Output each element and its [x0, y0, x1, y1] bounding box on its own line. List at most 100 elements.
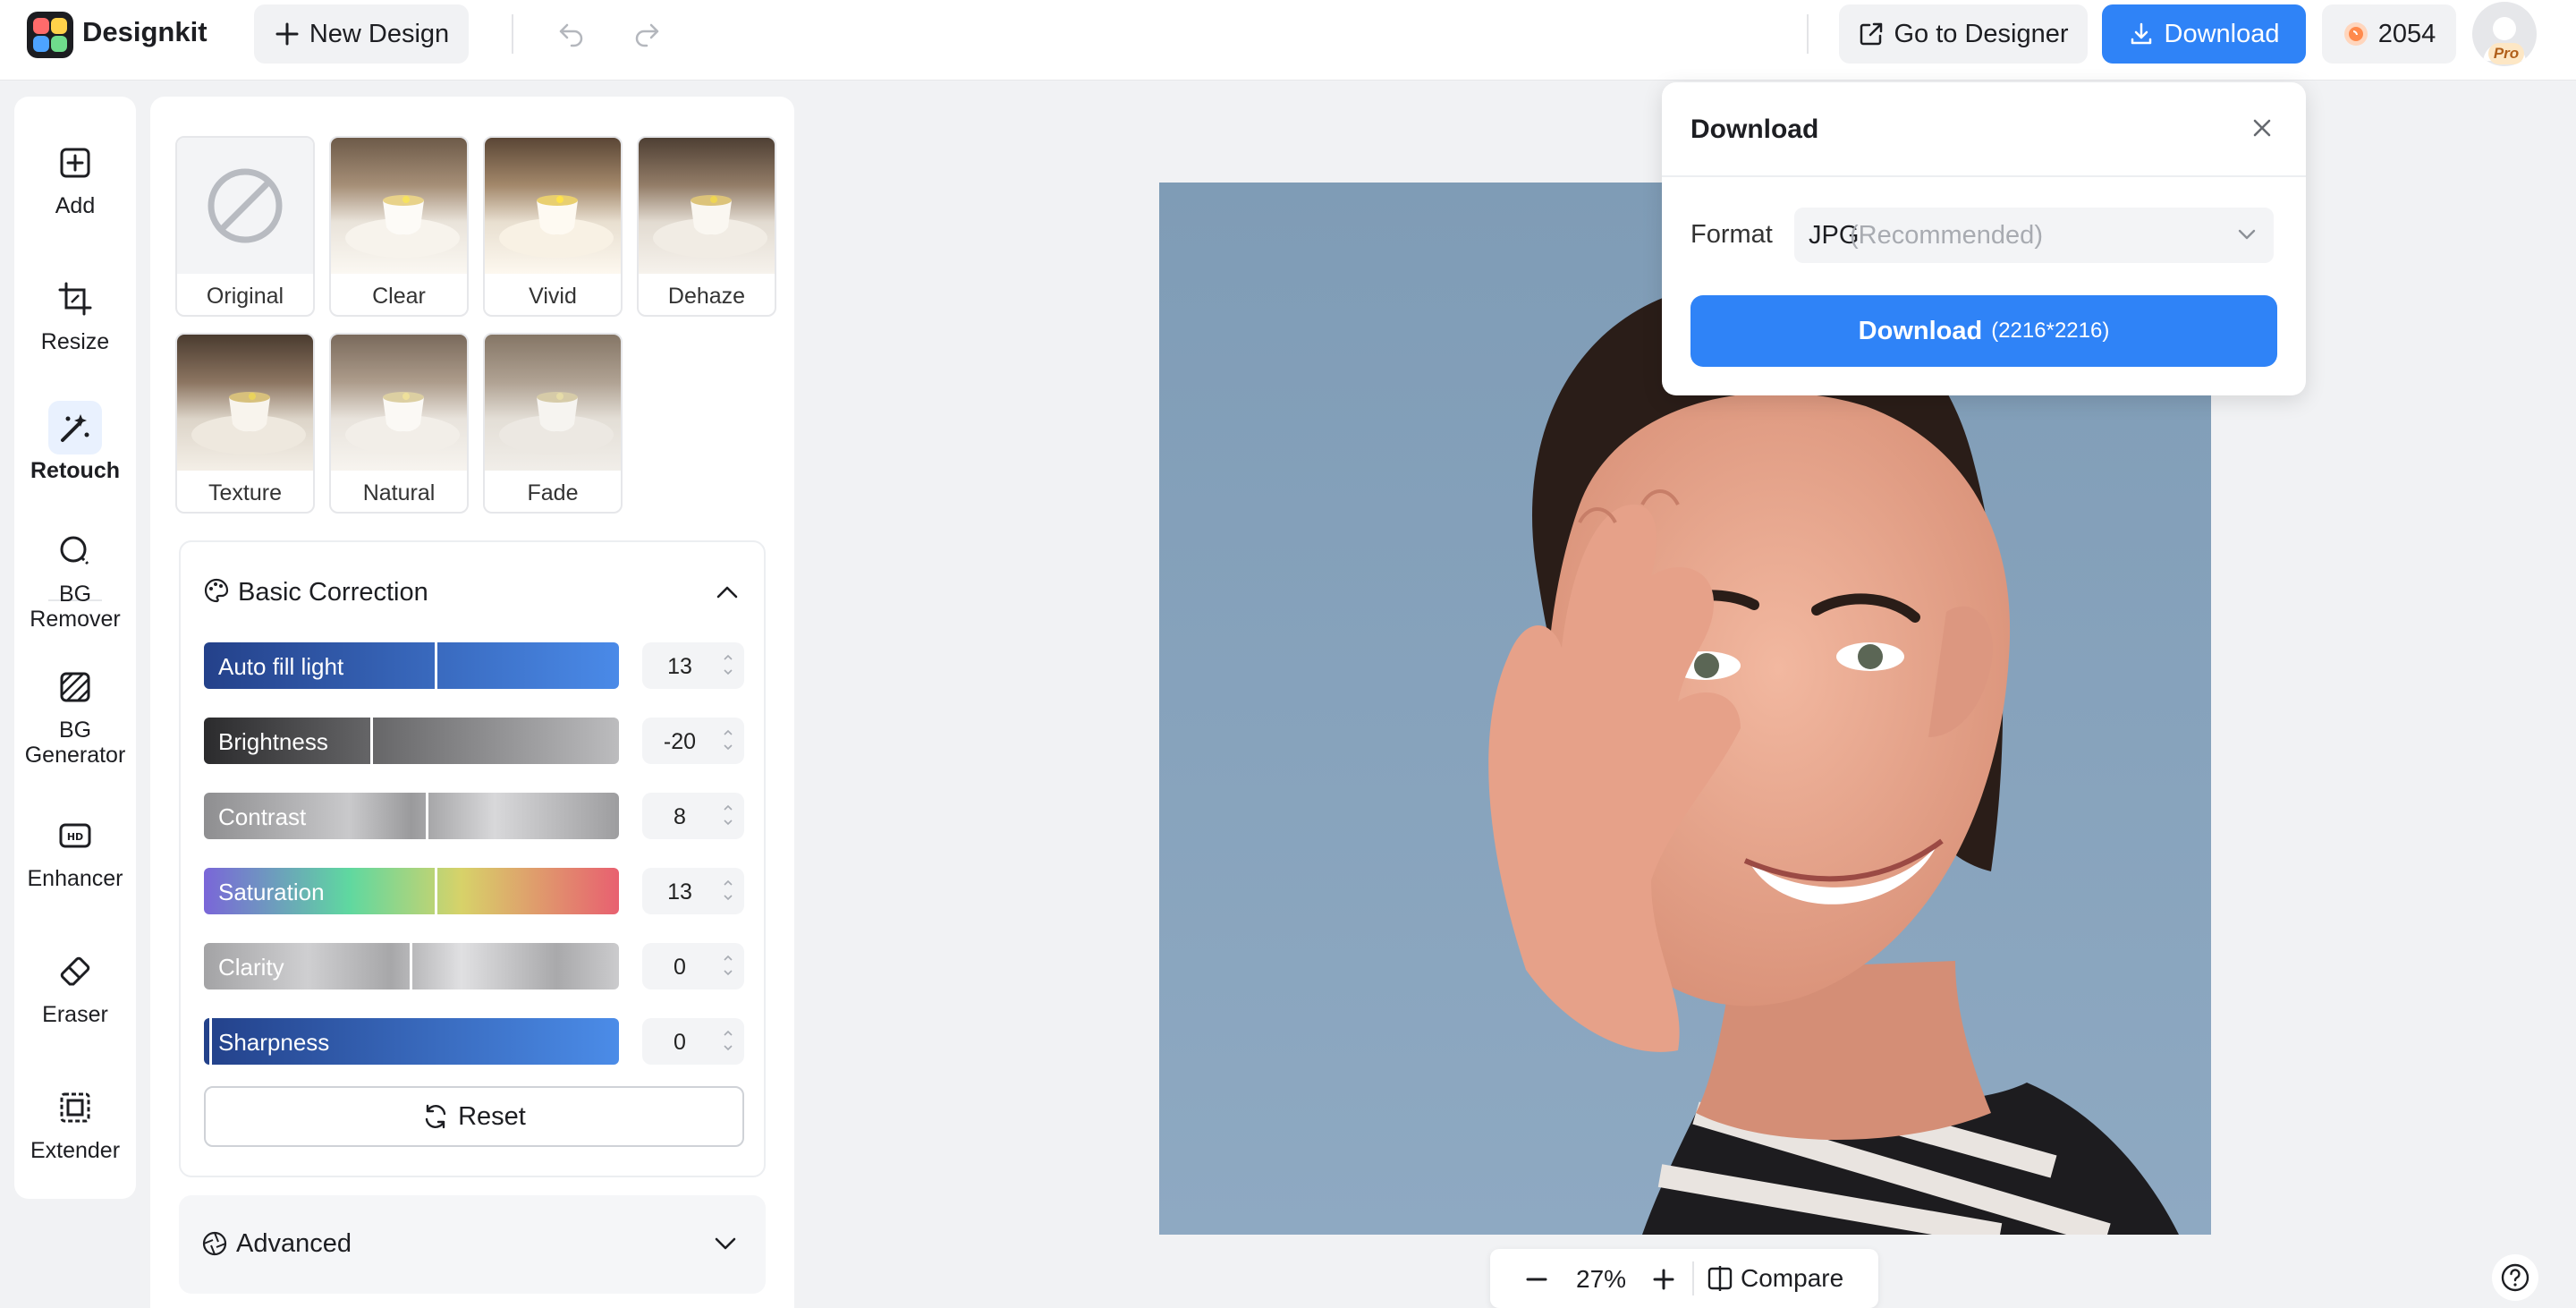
sidebar-item-add[interactable]: Add [14, 136, 136, 218]
download-label: Download [2164, 19, 2280, 48]
slider-handle[interactable] [209, 1018, 212, 1065]
saturation-slider[interactable]: Saturation [204, 868, 619, 914]
reset-button[interactable]: Reset [204, 1086, 744, 1147]
external-edit-icon [1860, 22, 1883, 46]
chevron-up-icon[interactable] [714, 582, 741, 603]
new-design-button[interactable]: New Design [254, 4, 469, 64]
sidebar-item-label: Resize [40, 329, 110, 354]
go-to-designer-label: Go to Designer [1894, 19, 2069, 48]
slider-handle[interactable] [410, 943, 412, 989]
slider-handle[interactable] [435, 868, 437, 914]
sharpness-input[interactable]: 0 [642, 1018, 744, 1065]
brightness-input[interactable]: -20 [642, 718, 744, 764]
sidebar-item-label: BG Remover [30, 582, 121, 632]
sidebar-item-bg-remover[interactable]: BG Remover [14, 524, 136, 632]
slider-label: Auto fill light [218, 653, 344, 680]
sharpness-slider[interactable]: Sharpness [204, 1018, 619, 1065]
chevron-down-icon [2238, 229, 2256, 240]
go-to-designer-button[interactable]: Go to Designer [1839, 4, 2088, 64]
format-hint: (Recommended) [1850, 221, 2043, 250]
zoom-level: 27% [1576, 1265, 1627, 1293]
compare-icon [1707, 1266, 1733, 1291]
stepper-arrows-icon[interactable] [723, 952, 733, 979]
dialog-download-size: (2216*2216) [1991, 319, 2110, 343]
slider-label: Contrast [218, 803, 307, 830]
slider-label: Sharpness [218, 1029, 330, 1056]
compare-label: Compare [1741, 1264, 1844, 1292]
slider-handle[interactable] [426, 793, 428, 839]
zoom-out-icon[interactable] [1524, 1267, 1549, 1292]
slider-value: -20 [663, 729, 697, 754]
slider-handle[interactable] [435, 642, 437, 689]
sidebar-item-label: BG Generator [24, 718, 126, 768]
brightness-slider[interactable]: Brightness [204, 718, 619, 764]
preset-label: Dehaze [667, 284, 746, 309]
format-label: Format [1690, 220, 1773, 249]
plus-icon [275, 22, 299, 46]
preset-vivid[interactable]: Vivid [483, 136, 623, 317]
slider-handle[interactable] [370, 718, 373, 764]
bg-remover-icon [48, 524, 102, 578]
advanced-section[interactable]: Advanced [179, 1195, 766, 1294]
new-design-label: New Design [309, 19, 450, 48]
sidebar-item-resize[interactable]: Resize [14, 272, 136, 354]
saturation-input[interactable]: 13 [642, 868, 744, 914]
basic-correction-section: Basic Correction Auto fill light 13 Brig… [179, 540, 766, 1177]
divider [1692, 1261, 1694, 1295]
chevron-down-icon[interactable] [712, 1233, 739, 1254]
format-select[interactable]: JPG (Recommended) [1794, 208, 2274, 263]
download-button[interactable]: Download [2102, 4, 2306, 64]
dialog-download-button[interactable]: Download (2216*2216) [1690, 295, 2277, 367]
bg-generator-icon [48, 660, 102, 714]
clarity-slider[interactable]: Clarity [204, 943, 619, 989]
hd-icon: HD [48, 809, 102, 862]
zoom-in-icon[interactable] [1651, 1267, 1676, 1292]
redo-icon[interactable] [631, 18, 662, 48]
cup-thumbnail-image [177, 335, 313, 471]
slider-value: 0 [674, 1030, 686, 1055]
download-icon [2131, 22, 2151, 45]
dialog-title: Download [1690, 115, 1819, 144]
clarity-input[interactable]: 0 [642, 943, 744, 989]
preset-dehaze[interactable]: Dehaze [637, 136, 776, 317]
slider-value: 13 [667, 879, 692, 905]
preset-clear[interactable]: Clear [329, 136, 469, 317]
sidebar-item-eraser[interactable]: Eraser [14, 945, 136, 1027]
stepper-arrows-icon[interactable] [723, 651, 733, 678]
stepper-arrows-icon[interactable] [723, 1027, 733, 1054]
undo-icon[interactable] [556, 18, 587, 48]
tool-sidebar: Add Resize Retouch BG Remover BG Generat… [14, 97, 136, 1199]
sidebar-item-enhancer[interactable]: HD Enhancer [14, 809, 136, 891]
stepper-arrows-icon[interactable] [723, 802, 733, 828]
contrast-input[interactable]: 8 [642, 793, 744, 839]
sidebar-item-retouch[interactable]: Retouch [14, 401, 136, 483]
sidebar-item-extender[interactable]: Extender [14, 1081, 136, 1163]
auto-fill-light-slider[interactable]: Auto fill light [204, 642, 619, 689]
cup-thumbnail-image [331, 138, 467, 274]
auto-fill-light-input[interactable]: 13 [642, 642, 744, 689]
credits-badge[interactable]: 2054 [2322, 4, 2456, 64]
close-icon[interactable] [2249, 115, 2275, 141]
cup-thumbnail-image [485, 138, 621, 274]
palette-icon [204, 578, 229, 603]
reset-label: Reset [458, 1101, 526, 1131]
sidebar-item-bg-generator[interactable]: BG Generator [14, 660, 136, 768]
download-dialog: Download Format JPG (Recommended) Downlo… [1662, 82, 2306, 395]
preset-texture[interactable]: Texture [175, 333, 315, 514]
preset-label: Texture [208, 480, 282, 505]
contrast-slider[interactable]: Contrast [204, 793, 619, 839]
preset-fade[interactable]: Fade [483, 333, 623, 514]
magic-wand-icon [48, 401, 102, 454]
stepper-arrows-icon[interactable] [723, 726, 733, 753]
stepper-arrows-icon[interactable] [723, 877, 733, 904]
dialog-divider [1662, 175, 2306, 177]
help-button[interactable] [2492, 1254, 2538, 1301]
preset-natural[interactable]: Natural [329, 333, 469, 514]
compare-button[interactable]: Compare [1707, 1258, 1843, 1299]
preset-original[interactable]: Original [175, 136, 315, 317]
preset-label: Vivid [529, 284, 577, 309]
slider-value: 8 [674, 804, 686, 829]
aperture-icon [202, 1231, 227, 1256]
designkit-logo-icon[interactable] [27, 12, 73, 58]
pro-badge: Pro [2488, 43, 2524, 64]
